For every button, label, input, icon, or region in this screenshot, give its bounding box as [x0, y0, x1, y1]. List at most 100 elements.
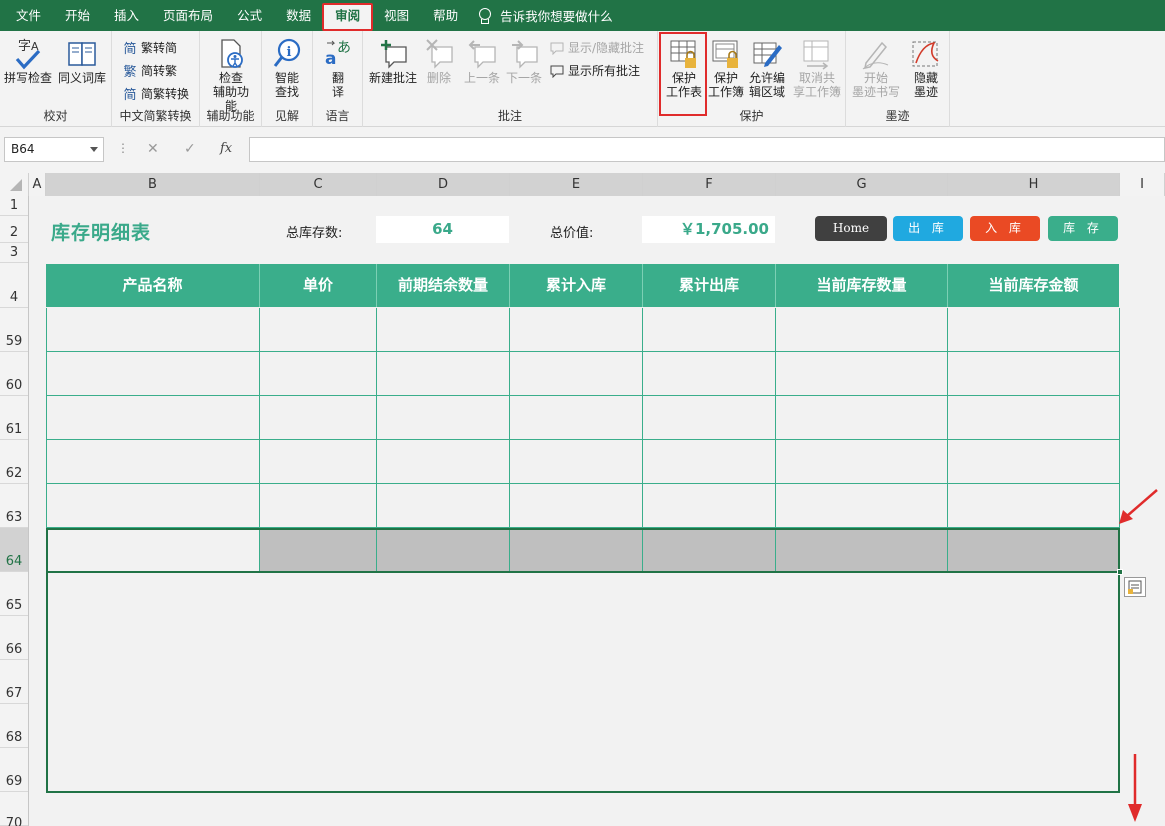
table-cell[interactable]: [260, 352, 377, 396]
table-cell[interactable]: [643, 352, 776, 396]
table-cell[interactable]: [510, 308, 643, 352]
chevron-down-icon[interactable]: [90, 147, 98, 152]
cancel-icon[interactable]: ✕: [147, 141, 159, 157]
table-cell[interactable]: [510, 484, 643, 528]
table-cell[interactable]: [260, 396, 377, 440]
table-cell[interactable]: [46, 352, 260, 396]
table-cell[interactable]: [510, 352, 643, 396]
start-inking-button[interactable]: 开始 墨迹书写: [850, 37, 902, 99]
name-box[interactable]: B64: [4, 137, 104, 162]
protect-workbook-button[interactable]: 保护 工作簿: [706, 37, 746, 99]
spell-check-button[interactable]: 字A 拼写检查: [4, 37, 52, 85]
thesaurus-button[interactable]: 同义词库: [58, 37, 106, 85]
table-cell[interactable]: [643, 440, 776, 484]
unshare-workbook-button[interactable]: 取消共 享工作簿: [790, 37, 844, 99]
worksheet[interactable]: 库存明细表 总库存数: 64 总价值: ￥1,705.00 Home 出 库 入…: [29, 196, 1165, 826]
select-all-corner[interactable]: [0, 173, 29, 196]
table-cell[interactable]: [377, 484, 510, 528]
new-comment-button[interactable]: 新建批注: [369, 37, 417, 85]
table-cell[interactable]: [377, 308, 510, 352]
inbound-button[interactable]: 入 库: [970, 216, 1040, 241]
row-header-68[interactable]: 68: [0, 704, 28, 748]
table-cell[interactable]: [46, 308, 260, 352]
row-header-66[interactable]: 66: [0, 616, 28, 660]
table-cell[interactable]: [776, 484, 948, 528]
row-header-70[interactable]: 70: [0, 792, 28, 826]
smart-lookup-button[interactable]: i 智能 查找: [271, 37, 303, 99]
table-cell[interactable]: [948, 396, 1120, 440]
formula-input[interactable]: [249, 137, 1165, 162]
table-cell[interactable]: [643, 396, 776, 440]
table-cell[interactable]: [46, 396, 260, 440]
table-cell[interactable]: [643, 484, 776, 528]
row-header-3[interactable]: 3: [0, 243, 28, 263]
home-button[interactable]: Home: [815, 216, 887, 241]
table-cell[interactable]: [776, 308, 948, 352]
column-header-a[interactable]: A: [29, 173, 46, 196]
inventory-button[interactable]: 库 存: [1048, 216, 1118, 241]
table-cell[interactable]: [510, 396, 643, 440]
row-header-61[interactable]: 61: [0, 396, 28, 440]
tab-formulas[interactable]: 公式: [225, 0, 274, 31]
tab-file[interactable]: 文件: [4, 0, 53, 31]
tab-page-layout[interactable]: 页面布局: [151, 0, 225, 31]
convert-button[interactable]: 简简繁转换: [122, 85, 189, 103]
table-cell[interactable]: [948, 440, 1120, 484]
row-header-62[interactable]: 62: [0, 440, 28, 484]
column-header-i[interactable]: I: [1120, 173, 1165, 196]
translate-button[interactable]: aあ 翻 译: [322, 37, 354, 99]
fill-handle[interactable]: [1117, 569, 1123, 575]
outbound-button[interactable]: 出 库: [893, 216, 963, 241]
row-header-2[interactable]: 2: [0, 216, 28, 243]
table-cell[interactable]: [776, 396, 948, 440]
to-traditional-button[interactable]: 繁简转繁: [122, 62, 177, 80]
table-cell[interactable]: [377, 396, 510, 440]
row-header-1[interactable]: 1: [0, 196, 28, 216]
tab-data[interactable]: 数据: [274, 0, 323, 31]
check-accessibility-button[interactable]: 检查 辅助功能: [208, 37, 254, 113]
hide-ink-button[interactable]: 隐藏 墨迹: [906, 37, 946, 99]
table-cell[interactable]: [46, 484, 260, 528]
table-cell[interactable]: [377, 352, 510, 396]
tab-review[interactable]: 审阅: [322, 3, 374, 31]
table-cell[interactable]: [260, 484, 377, 528]
column-header-c[interactable]: C: [260, 173, 377, 196]
row-header-63[interactable]: 63: [0, 484, 28, 528]
row-header-67[interactable]: 67: [0, 660, 28, 704]
tab-insert[interactable]: 插入: [102, 0, 151, 31]
table-cell[interactable]: [948, 352, 1120, 396]
row-header-4[interactable]: 4: [0, 263, 28, 308]
column-header-e[interactable]: E: [510, 173, 643, 196]
row-header-69[interactable]: 69: [0, 748, 28, 792]
row-header-60[interactable]: 60: [0, 352, 28, 396]
tab-help[interactable]: 帮助: [421, 0, 470, 31]
show-hide-comment-button[interactable]: 显示/隐藏批注: [549, 39, 644, 56]
table-cell[interactable]: [776, 440, 948, 484]
row-header-59[interactable]: 59: [0, 308, 28, 352]
column-header-f[interactable]: F: [643, 173, 776, 196]
column-header-h[interactable]: H: [948, 173, 1120, 196]
table-cell[interactable]: [776, 352, 948, 396]
table-cell[interactable]: [510, 440, 643, 484]
column-header-g[interactable]: G: [776, 173, 948, 196]
column-header-d[interactable]: D: [377, 173, 510, 196]
allow-edit-ranges-button[interactable]: 允许编 辑区域: [747, 37, 787, 99]
row-header-64[interactable]: 64: [0, 528, 28, 572]
table-cell[interactable]: [643, 308, 776, 352]
table-cell[interactable]: [46, 440, 260, 484]
next-comment-button[interactable]: 下一条: [506, 37, 542, 85]
insert-function-icon[interactable]: fx: [220, 141, 232, 156]
show-all-comments-button[interactable]: 显示所有批注: [549, 62, 640, 79]
table-cell[interactable]: [948, 308, 1120, 352]
tell-me-search[interactable]: 告诉我你想要做什么: [470, 6, 613, 25]
delete-comment-button[interactable]: 删除: [423, 37, 455, 85]
enter-icon[interactable]: ✓: [184, 141, 196, 157]
table-cell[interactable]: [948, 484, 1120, 528]
table-cell[interactable]: [260, 308, 377, 352]
column-header-b[interactable]: B: [46, 173, 260, 196]
tab-home[interactable]: 开始: [53, 0, 102, 31]
to-simplified-button[interactable]: 简繁转简: [122, 39, 177, 57]
table-cell[interactable]: [377, 440, 510, 484]
quick-analysis-icon[interactable]: [1124, 577, 1146, 597]
row-header-65[interactable]: 65: [0, 572, 28, 616]
